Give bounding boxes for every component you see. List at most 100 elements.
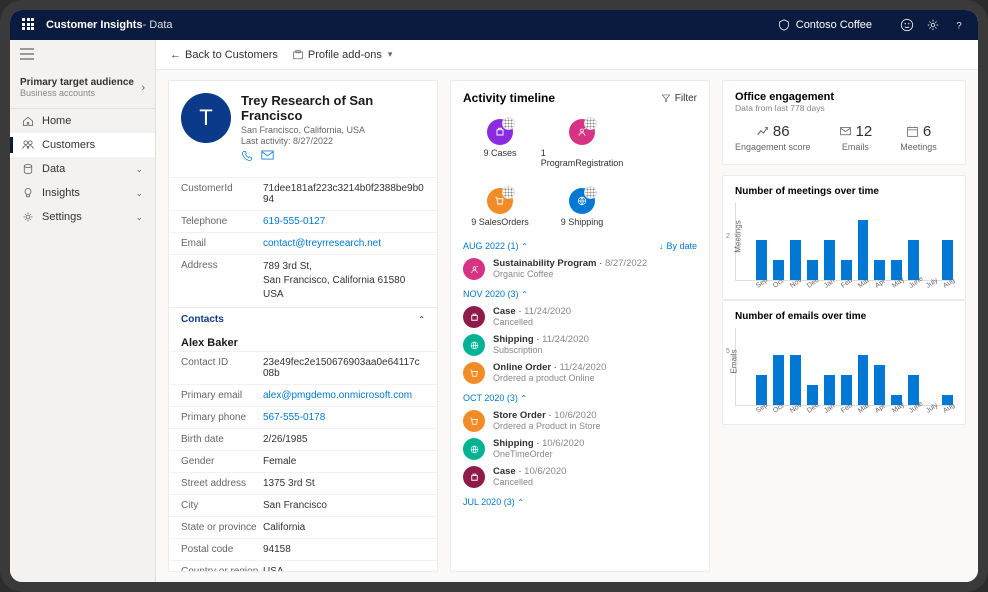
chevron-down-icon: ⌄ <box>135 164 143 175</box>
nav-item-data[interactable]: Data ⌄ <box>10 157 155 181</box>
contacts-section-toggle[interactable]: Contacts ⌃ <box>169 307 437 331</box>
field-label: Country or region <box>181 566 263 572</box>
filter-icon <box>661 93 671 103</box>
profile-addons-button[interactable]: Profile add-ons▾ <box>292 49 393 61</box>
profile-panel: T Trey Research of San Francisco San Fra… <box>168 80 438 572</box>
metric-value: 6 <box>923 123 931 140</box>
metric-emails: 12Emails <box>839 123 873 152</box>
chevron-down-icon: ⌄ <box>135 188 143 199</box>
nav-label: Settings <box>42 211 82 223</box>
month-group-toggle[interactable]: AUG 2022 (1) ⌃↓By date <box>463 235 697 255</box>
month-group-toggle[interactable]: OCT 2020 (3) ⌃ <box>463 387 697 407</box>
metric-label: Emails <box>842 142 869 152</box>
chip-label: 9 SalesOrders <box>471 217 529 227</box>
activity-item[interactable]: Sustainability Program · 8/27/2022Organi… <box>463 255 697 283</box>
chart-title: Number of emails over time <box>735 311 953 322</box>
nav-item-insights[interactable]: Insights ⌄ <box>10 181 155 205</box>
account-name: Trey Research of San Francisco <box>241 93 425 123</box>
arrow-left-icon: ← <box>170 49 181 61</box>
chevron-up-icon: ⌃ <box>521 242 528 251</box>
field-value: 2/26/1985 <box>263 434 308 445</box>
activity-summary-chip[interactable]: 9 Cases <box>469 119 531 168</box>
month-group-toggle[interactable]: NOV 2020 (3) ⌃ <box>463 283 697 303</box>
nav-item-settings[interactable]: Settings ⌄ <box>10 205 155 229</box>
mail-action-icon[interactable] <box>261 150 274 165</box>
sort-bydate-button[interactable]: ↓By date <box>659 241 697 251</box>
ship-icon <box>569 188 595 214</box>
field-label: Primary phone <box>181 412 263 423</box>
back-link[interactable]: ←Back to Customers <box>170 49 278 61</box>
telephone-link[interactable]: 619-555-0127 <box>263 216 325 227</box>
nav-label: Customers <box>42 139 95 151</box>
chart-bar <box>824 240 835 280</box>
month-group-toggle[interactable]: JUL 2020 (3) ⌃ <box>463 491 697 511</box>
nav-collapse-icon[interactable] <box>10 40 155 71</box>
field-label: Telephone <box>181 216 263 227</box>
avatar: T <box>181 93 231 143</box>
content-area: ←Back to Customers Profile add-ons▾ T Tr… <box>156 40 978 582</box>
cal-icon <box>906 125 919 138</box>
addons-icon <box>292 49 304 61</box>
y-axis-label: Emails <box>730 349 739 373</box>
order-icon <box>463 410 485 432</box>
activity-item[interactable]: Case · 11/24/2020Cancelled <box>463 303 697 331</box>
chart-bar <box>874 365 885 405</box>
filter-button[interactable]: Filter <box>661 93 697 104</box>
chevron-up-icon: ⌃ <box>418 315 425 324</box>
help-icon[interactable]: ? <box>952 18 966 32</box>
phone-action-icon[interactable] <box>241 150 253 165</box>
app-launcher-icon[interactable] <box>22 18 36 32</box>
chart-bar <box>790 240 801 280</box>
engagement-sub: Data from last 778 days <box>735 103 953 113</box>
chevron-down-icon: ⌄ <box>135 212 143 223</box>
nav-item-home[interactable]: Home <box>10 109 155 133</box>
left-nav: Primary target audience Business account… <box>10 40 156 582</box>
field-value: Female <box>263 456 296 467</box>
nav-label: Data <box>42 163 65 175</box>
program-icon <box>569 119 595 145</box>
activity-item[interactable]: Store Order · 10/6/2020Ordered a Product… <box>463 407 697 435</box>
audience-title: Primary target audience <box>20 77 134 88</box>
field-label: Email <box>181 238 263 249</box>
data-icon <box>22 163 34 175</box>
chevron-right-icon: › <box>141 82 145 94</box>
chart-bar <box>908 240 919 280</box>
smiley-icon[interactable] <box>900 18 914 32</box>
chart-bar <box>756 375 767 405</box>
app-title: Customer Insights <box>46 19 143 31</box>
chart-bar <box>874 260 885 280</box>
gear-icon[interactable] <box>926 18 940 32</box>
field-value: 94158 <box>263 544 291 555</box>
activity-summary-chip[interactable]: 1 ProgramRegistration <box>551 119 613 168</box>
contact-name: Alex Baker <box>169 331 437 351</box>
activity-summary-chip[interactable]: 9 Shipping <box>551 188 613 227</box>
sort-icon: ↓ <box>659 241 664 251</box>
field-value: California <box>263 522 305 533</box>
environment-picker[interactable]: Contoso Coffee <box>778 19 872 31</box>
field-label: Primary email <box>181 390 263 401</box>
chart-card: Number of meetings over time Meetings 2 … <box>722 175 966 300</box>
order-icon <box>463 362 485 384</box>
activity-item[interactable]: Case · 10/6/2020Cancelled <box>463 463 697 491</box>
home-icon <box>22 115 34 127</box>
activity-item[interactable]: Shipping · 11/24/2020Subscription <box>463 331 697 359</box>
top-bar: Customer Insights - Data Contoso Coffee … <box>10 10 978 40</box>
activity-item[interactable]: Shipping · 10/6/2020OneTimeOrder <box>463 435 697 463</box>
field-value: 1375 3rd St <box>263 478 315 489</box>
chart-bar <box>858 220 869 280</box>
address-link[interactable]: 789 3rd St, San Francisco, California 61… <box>263 260 405 302</box>
chart-card: Number of emails over time Emails 5 SepO… <box>722 300 966 425</box>
settings-icon <box>22 211 34 223</box>
activity-panel: Activity timeline Filter 9 Cases1 Progra… <box>450 80 710 572</box>
field-value[interactable]: 567-555-0178 <box>263 412 325 423</box>
activity-item[interactable]: Online Order · 11/24/2020Ordered a produ… <box>463 359 697 387</box>
field-label: Street address <box>181 478 263 489</box>
chart-title: Number of meetings over time <box>735 186 953 197</box>
audience-picker[interactable]: Primary target audience Business account… <box>10 71 155 109</box>
nav-label: Insights <box>42 187 80 199</box>
activity-summary-chip[interactable]: 9 SalesOrders <box>469 188 531 227</box>
email-link[interactable]: contact@treyrresearch.net <box>263 238 381 249</box>
engagement-panel: Office engagement Data from last 778 day… <box>722 80 966 572</box>
field-value[interactable]: alex@pmgdemo.onmicrosoft.com <box>263 390 412 401</box>
nav-item-customers[interactable]: Customers <box>10 133 155 157</box>
